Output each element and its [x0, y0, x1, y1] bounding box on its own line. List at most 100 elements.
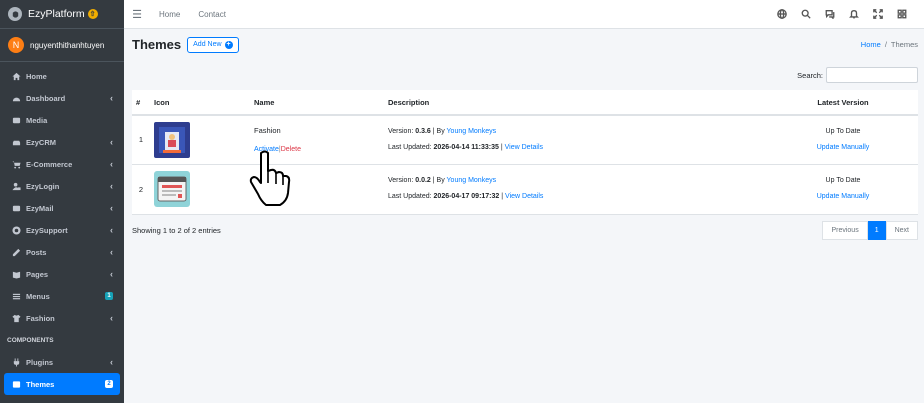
sidebar-section-header: COMPONENTS: [7, 336, 54, 344]
breadcrumb-separator: /: [884, 40, 887, 49]
pagination: Previous 1 Next: [822, 220, 918, 240]
sidebar-item-label: Plugins: [26, 357, 54, 367]
author-link[interactable]: Young Monkeys: [447, 128, 497, 135]
updated-prefix: Last Updated:: [388, 143, 434, 151]
fullscreen-icon[interactable]: [866, 0, 890, 29]
author-link[interactable]: Young Monkeys: [447, 177, 497, 184]
updated-value: 2026-04-14 11:33:35: [433, 143, 499, 151]
sidebar-item-fashion[interactable]: Fashion ‹: [0, 307, 124, 329]
brand-name: EzyPlatform: [28, 8, 85, 20]
sidebar-item-dashboard[interactable]: Dashboard ‹: [0, 87, 124, 109]
column-header-icon[interactable]: Icon: [150, 90, 250, 116]
avatar: N: [8, 37, 24, 53]
theme-icon-cell: [150, 114, 250, 164]
version-value: 0.3.6: [415, 127, 431, 135]
version-prefix: Version:: [388, 127, 416, 135]
globe-icon[interactable]: [770, 0, 794, 29]
sidebar-nav: Home Dashboard ‹ Media EzyCRM ‹ E-Commer…: [0, 62, 124, 395]
sidebar-item-label: EzyCRM: [26, 137, 57, 147]
grid-icon[interactable]: [890, 0, 914, 29]
sidebar-item-pages[interactable]: Pages ‹: [0, 263, 124, 285]
chevron-left-icon: ‹: [110, 225, 113, 235]
top-link-contact[interactable]: Contact: [189, 10, 235, 19]
chevron-left-icon: ‹: [110, 269, 113, 279]
chevron-left-icon: ‹: [110, 137, 113, 147]
column-header-num[interactable]: #: [132, 90, 150, 116]
sidebar-item-label: Home: [26, 71, 47, 81]
chevron-left-icon: ‹: [110, 357, 113, 367]
breadcrumb: Home / Themes: [861, 40, 918, 49]
update-manually-link[interactable]: Update Manually: [772, 189, 914, 205]
version-line: Version: 0.3.6 | By Young Monkeys: [388, 124, 764, 140]
fashion-theme-thumbnail: [154, 121, 190, 158]
updated-line: Last Updated: 2026-04-17 09:17:32 | View…: [388, 189, 764, 205]
posts-icon: [11, 247, 21, 257]
mail-icon: [11, 203, 21, 213]
hand-pointer-cursor-icon: [249, 150, 291, 206]
sidebar-item-plugins[interactable]: Plugins ‹: [0, 351, 124, 373]
sidebar-item-media[interactable]: Media: [0, 109, 124, 131]
user-name[interactable]: nguyenthithanhtuyen: [30, 41, 104, 50]
entries-info: Showing 1 to 2 of 2 entries: [132, 225, 221, 235]
count-badge: 2: [105, 380, 113, 388]
search-icon[interactable]: [794, 0, 818, 29]
sidebar-item-ezysupport[interactable]: EzySupport ‹: [0, 219, 124, 241]
update-manually-link[interactable]: Update Manually: [772, 140, 914, 156]
chevron-left-icon: ‹: [110, 313, 113, 323]
brand-logo-icon: [8, 7, 22, 21]
sidebar-item-label: Media: [26, 115, 48, 125]
view-details-link[interactable]: View Details: [505, 144, 543, 151]
row-number: 1: [132, 114, 150, 164]
plug-icon: [11, 357, 21, 367]
sidebar-item-label: EzyLogin: [26, 181, 60, 191]
updated-line: Last Updated: 2026-04-14 11:33:35 | View…: [388, 140, 764, 156]
add-new-label: Add New: [193, 41, 222, 48]
sidebar-item-posts[interactable]: Posts ‹: [0, 241, 124, 263]
column-header-latest-version[interactable]: Latest Version: [768, 90, 918, 116]
cart-icon: [11, 159, 21, 169]
media-icon: [11, 115, 21, 125]
chevron-left-icon: ‹: [110, 247, 113, 257]
version-value: 0.0.2: [415, 177, 431, 184]
by-text: | By: [430, 177, 447, 184]
column-header-name[interactable]: Name: [250, 90, 384, 116]
sidebar-item-menus[interactable]: Menus 1: [0, 285, 124, 307]
search-label: Search:: [797, 70, 823, 80]
brand[interactable]: EzyPlatform ⇧: [0, 0, 124, 29]
sidebar-item-label: Themes: [26, 379, 55, 389]
version-status: Up To Date: [825, 127, 861, 135]
breadcrumb-current: Themes: [890, 40, 918, 49]
sidebar-item-ecommerce[interactable]: E-Commerce ‹: [0, 153, 124, 175]
sidebar-item-ezycrm[interactable]: EzyCRM ‹: [0, 131, 124, 153]
previous-page-button[interactable]: Previous: [822, 220, 868, 240]
sidebar-item-ezymail[interactable]: EzyMail ‹: [0, 197, 124, 219]
description-cell: Version: 0.0.2 | By Young Monkeys Last U…: [384, 163, 768, 215]
latest-version-cell: Up To Date Update Manually: [768, 114, 918, 164]
theme-name: Fashion: [254, 126, 281, 136]
add-new-button[interactable]: Add New +: [187, 36, 239, 53]
car-icon: [11, 137, 21, 147]
chat-icon[interactable]: [818, 0, 842, 29]
theme-icon-cell: [150, 163, 250, 215]
user-panel[interactable]: N nguyenthithanhtuyen: [0, 29, 124, 62]
breadcrumb-home[interactable]: Home: [861, 40, 881, 49]
content-header: Themes Add New + Home / Themes: [132, 29, 918, 60]
view-details-link[interactable]: View Details: [505, 193, 543, 200]
column-header-description[interactable]: Description: [384, 90, 768, 116]
table-header-row: # Icon Name Description Latest Version: [132, 90, 918, 116]
sidebar-item-label: Dashboard: [26, 93, 66, 103]
next-page-button[interactable]: Next: [885, 220, 918, 240]
shirt-icon: [11, 313, 21, 323]
page-title: Themes: [132, 37, 182, 52]
sidebar-item-label: Pages: [26, 269, 49, 279]
hamburger-menu-icon[interactable]: ☰: [124, 0, 150, 29]
top-link-home[interactable]: Home: [150, 10, 189, 19]
page-number-button[interactable]: 1: [867, 220, 886, 240]
sidebar-item-ezylogin[interactable]: EzyLogin ‹: [0, 175, 124, 197]
support-icon: [11, 225, 21, 235]
bell-icon[interactable]: [842, 0, 866, 29]
sidebar-item-home[interactable]: Home: [0, 65, 124, 87]
search-input[interactable]: [826, 67, 918, 83]
main-content: Themes Add New + Home / Themes Search: #…: [124, 29, 924, 403]
sidebar-item-themes[interactable]: Themes 2: [4, 373, 120, 395]
